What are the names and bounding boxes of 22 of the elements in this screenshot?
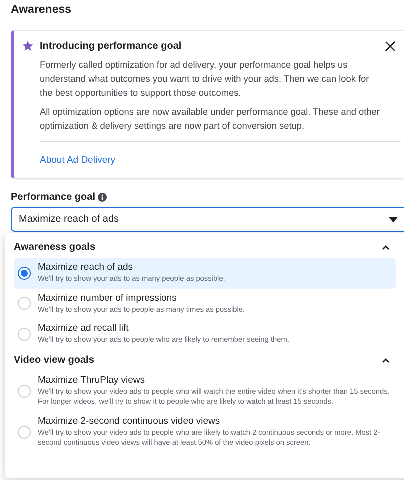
group-header[interactable]: Video view goals xyxy=(14,350,394,370)
group-header[interactable]: Awareness goals xyxy=(14,237,394,258)
radio-button[interactable] xyxy=(18,266,31,280)
option-title: Maximize ad recall lift xyxy=(38,323,130,334)
star-icon xyxy=(22,40,34,52)
field-label: Performance goal xyxy=(11,192,96,203)
chevron-up-icon xyxy=(382,245,390,250)
notice-text: All optimization options are now available under performance goal. These and other optimization & delivery settings are now part of conversion setup. xyxy=(40,106,381,133)
option-title: Maximize ThruPlay views xyxy=(38,374,146,386)
option-title: Maximize 2-second continuous video views xyxy=(38,416,222,426)
close-icon xyxy=(384,40,396,52)
notice-title: Introducing performance goal xyxy=(40,40,183,52)
about-link[interactable]: About Ad Delivery xyxy=(40,155,116,166)
close-button[interactable] xyxy=(383,39,397,53)
option-title: Maximize number of impressions xyxy=(38,292,178,304)
chevron-up-icon xyxy=(382,358,390,362)
option-title: Maximize reach of ads xyxy=(38,262,134,273)
dropdown-caret-icon xyxy=(389,216,398,222)
section-title: Awareness xyxy=(11,4,73,18)
info-icon xyxy=(98,193,108,202)
goal-select[interactable]: Maximize reach of ads xyxy=(11,207,404,232)
notice-text: Formerly called optimization for ad delivery, your performance goal helps us understand what outcomes you want to drive with your ads. Then we can look for the best opportunities to support those outcomes. xyxy=(40,59,370,100)
